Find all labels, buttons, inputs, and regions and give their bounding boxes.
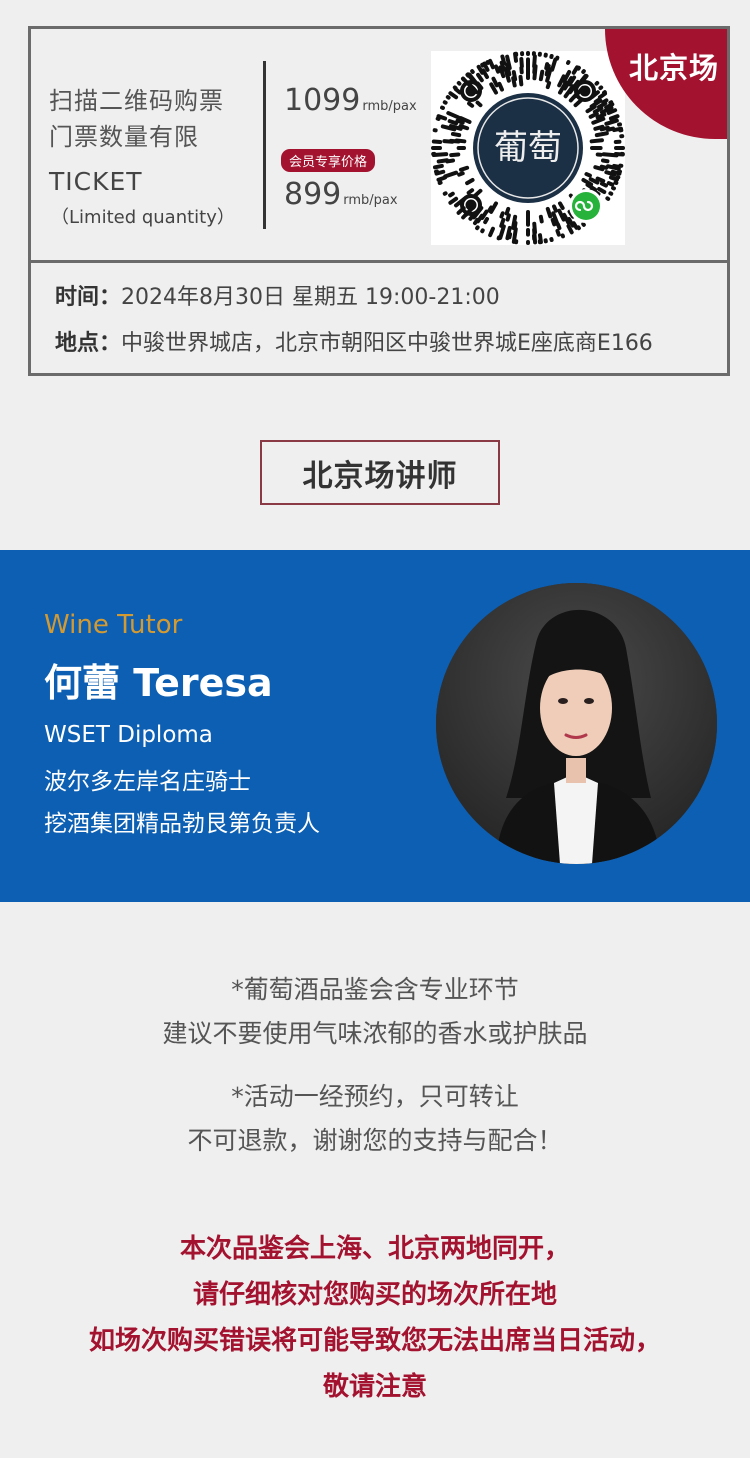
note-line: 不可退款，谢谢您的支持与配合！: [187, 1126, 563, 1155]
member-price: 899 rmb/pax: [284, 177, 398, 212]
limited-note: 门票数量有限: [49, 123, 199, 151]
tutor-role: Wine Tutor: [44, 610, 183, 640]
ticket-sub: （Limited quantity）: [51, 207, 235, 228]
event-time: 时间：2024年8月30日 星期五 19:00-21:00: [55, 285, 500, 310]
warning-line: 请仔细核对您购买的场次所在地: [192, 1280, 557, 1310]
note-line: *活动一经预约，只可转让: [231, 1082, 519, 1111]
ticket-top: 扫描二维码购票 门票数量有限 TICKET （Limited quantity）…: [31, 29, 727, 261]
note-line: 建议不要使用气味浓郁的香水或护肤品: [162, 1019, 588, 1048]
member-price-badge: 会员专享价格: [281, 149, 376, 172]
warning-line: 如场次购买错误将可能导致您无法出席当日活动，: [88, 1326, 661, 1356]
tutor-credential: 波尔多左岸名庄骑士: [44, 769, 251, 795]
ticket-card: 扫描二维码购票 门票数量有限 TICKET （Limited quantity）…: [28, 26, 730, 376]
ticket-label: TICKET: [49, 167, 143, 196]
vertical-divider: [263, 61, 266, 229]
horizontal-divider: [31, 260, 727, 263]
scan-instruction: 扫描二维码购票: [49, 87, 224, 115]
tutor-name: 何蕾 Teresa: [44, 661, 273, 705]
section-title: 北京场讲师: [260, 440, 500, 505]
tutor-panel: Wine Tutor 何蕾 Teresa WSET Diploma 波尔多左岸名…: [0, 550, 750, 902]
tutor-credential: WSET Diploma: [44, 722, 213, 748]
note-line: *葡萄酒品鉴会含专业环节: [231, 975, 519, 1004]
event-location: 地点：中骏世界城店，北京市朝阳区中骏世界城E座底商E166: [55, 331, 653, 356]
qr-code-icon[interactable]: 葡萄: [431, 51, 625, 245]
wechat-mini-program-icon: [569, 189, 603, 223]
qr-logo-text: 葡萄: [494, 128, 562, 168]
tutor-credential: 挖酒集团精品勃艮第负责人: [44, 811, 320, 837]
warning-line: 敬请注意: [322, 1372, 427, 1402]
tutor-photo: [436, 583, 717, 864]
regular-price: 1099 rmb/pax: [284, 83, 417, 118]
warning-line: 本次品鉴会上海、北京两地同开，: [179, 1234, 570, 1264]
